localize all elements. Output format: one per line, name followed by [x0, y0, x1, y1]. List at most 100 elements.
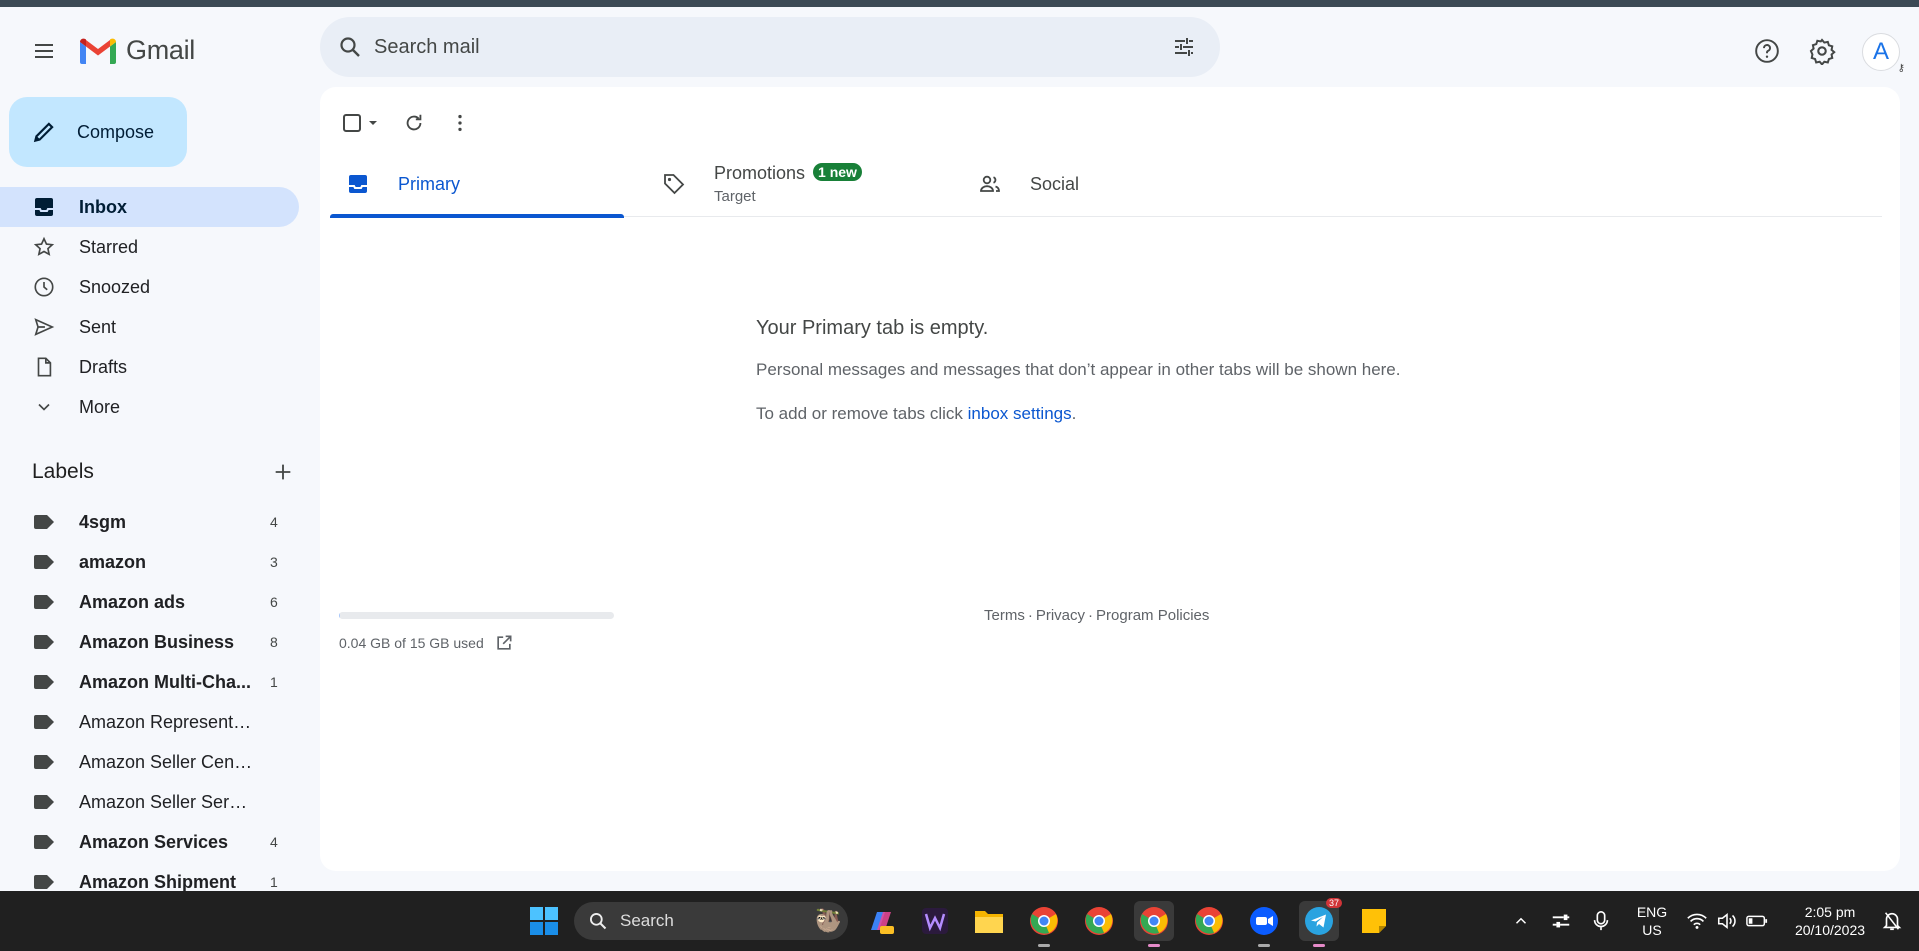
- sidebar-item-starred[interactable]: Starred: [0, 227, 299, 267]
- file-explorer-icon[interactable]: [969, 901, 1009, 941]
- sidebar-item-label: Inbox: [79, 196, 127, 217]
- label-unread-count: 1: [270, 874, 278, 890]
- search-icon: [590, 913, 607, 930]
- label-item[interactable]: Amazon ads 6: [0, 582, 299, 622]
- program-policies-link[interactable]: Program Policies: [1096, 607, 1209, 624]
- chrome-profile-4-icon[interactable]: [1189, 901, 1229, 941]
- label-item[interactable]: Amazon Seller Services: [0, 782, 299, 822]
- inbox-icon: [344, 170, 372, 198]
- language-code: ENG: [1636, 904, 1668, 920]
- zoom-icon[interactable]: [1244, 901, 1284, 947]
- add-label-icon[interactable]: [272, 461, 294, 483]
- compose-label: Compose: [77, 121, 155, 142]
- windows-taskbar: Search 🦥 37 ENG US 2:05 pm 20/10/2023: [0, 891, 1919, 951]
- terms-link[interactable]: Terms: [984, 607, 1025, 624]
- mail-toolbar: [336, 103, 480, 143]
- search-icon[interactable]: [334, 31, 366, 63]
- running-indicator: [1038, 944, 1050, 947]
- telegram-unread-badge: 37: [1325, 898, 1342, 908]
- label-tag-icon: [34, 635, 54, 649]
- tab-label: Social: [1030, 173, 1080, 194]
- sidebar-item-more[interactable]: More: [0, 387, 299, 427]
- label-unread-count: 3: [270, 554, 278, 570]
- label-tag-icon: [34, 595, 54, 609]
- help-icon[interactable]: [1747, 31, 1787, 71]
- privacy-link[interactable]: Privacy: [1036, 607, 1085, 624]
- label-item[interactable]: Amazon Seller Central: [0, 742, 299, 782]
- storage-bar-fill: [339, 612, 341, 619]
- sidebar-item-sent[interactable]: Sent: [0, 307, 299, 347]
- label-tag-icon: [34, 755, 54, 769]
- tab-promotions[interactable]: Promotions 1 new Target: [646, 151, 940, 217]
- sidebar-item-label: Drafts: [79, 356, 128, 377]
- people-icon: [976, 170, 1004, 198]
- sidebar-item-snoozed[interactable]: Snoozed: [0, 267, 299, 307]
- label-item[interactable]: Amazon Representative: [0, 702, 299, 742]
- show-hidden-icons-chevron-icon[interactable]: [1501, 901, 1541, 941]
- label-item[interactable]: amazon 3: [0, 542, 299, 582]
- open-external-icon[interactable]: [494, 633, 514, 653]
- sidebar-item-label: Sent: [79, 316, 117, 337]
- label-item[interactable]: Amazon Multi-Cha... 1: [0, 662, 299, 702]
- chrome-profile-2-icon[interactable]: [1079, 901, 1119, 941]
- inbox-settings-link[interactable]: inbox settings: [968, 404, 1072, 423]
- windows-start-icon[interactable]: [524, 901, 564, 941]
- language-indicator[interactable]: ENG US: [1628, 903, 1676, 939]
- search-options-icon[interactable]: [1170, 33, 1198, 61]
- star-icon: [32, 235, 56, 259]
- region-code: US: [1642, 922, 1662, 938]
- clock-time: 2:05 pm: [1804, 904, 1856, 920]
- label-unread-count: 6: [270, 594, 278, 610]
- select-checkbox[interactable]: [336, 103, 388, 143]
- sticky-notes-icon[interactable]: [1354, 901, 1394, 941]
- tray-settings-sliders-icon[interactable]: [1541, 901, 1581, 941]
- taskbar-search[interactable]: Search 🦥: [574, 902, 848, 940]
- app-name: Gmail: [126, 35, 196, 65]
- label-tag-icon: [34, 795, 54, 809]
- tab-settings-hint: To add or remove tabs click inbox settin…: [756, 404, 1401, 424]
- app-w-icon[interactable]: [915, 901, 955, 941]
- empty-description: Personal messages and messages that don’…: [756, 360, 1401, 379]
- sidebar-item-inbox[interactable]: Inbox: [0, 187, 299, 227]
- draft-icon: [32, 355, 56, 379]
- more-options-button[interactable]: [440, 103, 480, 143]
- sidebar-item-drafts[interactable]: Drafts: [0, 347, 299, 387]
- pencil-icon: [33, 122, 54, 143]
- refresh-icon: [406, 114, 422, 131]
- window-top-strip: [0, 0, 1919, 7]
- chrome-profile-1-icon[interactable]: [1024, 901, 1064, 947]
- chrome-profile-3-icon[interactable]: [1134, 901, 1174, 947]
- clock[interactable]: 2:05 pm 20/10/2023: [1780, 903, 1880, 939]
- tab-primary[interactable]: Primary: [330, 151, 624, 218]
- label-tag-icon: [34, 875, 54, 889]
- clock-date: 20/10/2023: [1794, 922, 1866, 938]
- clock-icon: [32, 275, 56, 299]
- label-item[interactable]: Amazon Business 8: [0, 622, 299, 662]
- gmail-logo[interactable]: Gmail: [78, 35, 195, 66]
- label-unread-count: 4: [270, 514, 278, 530]
- empty-title: Your Primary tab is empty.: [756, 317, 989, 339]
- account-avatar[interactable]: A ⚷: [1862, 33, 1905, 74]
- main-menu-button[interactable]: [24, 31, 64, 71]
- chevron-down-icon: [32, 395, 56, 419]
- compose-button[interactable]: Compose: [9, 97, 187, 167]
- label-name: Amazon Business: [79, 631, 235, 652]
- hint-suffix: .: [1071, 404, 1077, 423]
- telegram-icon[interactable]: 37: [1299, 898, 1342, 947]
- sidebar-item-label: Snoozed: [79, 276, 151, 297]
- label-item[interactable]: 4sgm 4: [0, 502, 299, 542]
- microphone-icon[interactable]: [1581, 901, 1621, 941]
- copilot-icon[interactable]: [861, 901, 901, 941]
- send-icon: [32, 315, 56, 339]
- refresh-button[interactable]: [394, 103, 434, 143]
- notification-bell-icon[interactable]: [1872, 901, 1912, 941]
- hamburger-icon: [35, 44, 53, 58]
- battery-icon[interactable]: [1737, 901, 1777, 941]
- tab-label: Promotions: [714, 163, 806, 183]
- label-item[interactable]: Amazon Services 4: [0, 822, 299, 862]
- settings-gear-icon[interactable]: [1802, 31, 1842, 71]
- search-input[interactable]: [374, 17, 1134, 77]
- tab-social[interactable]: Social: [962, 151, 1256, 217]
- more-vert-icon: [458, 114, 462, 132]
- gmail-m-icon: [80, 38, 116, 64]
